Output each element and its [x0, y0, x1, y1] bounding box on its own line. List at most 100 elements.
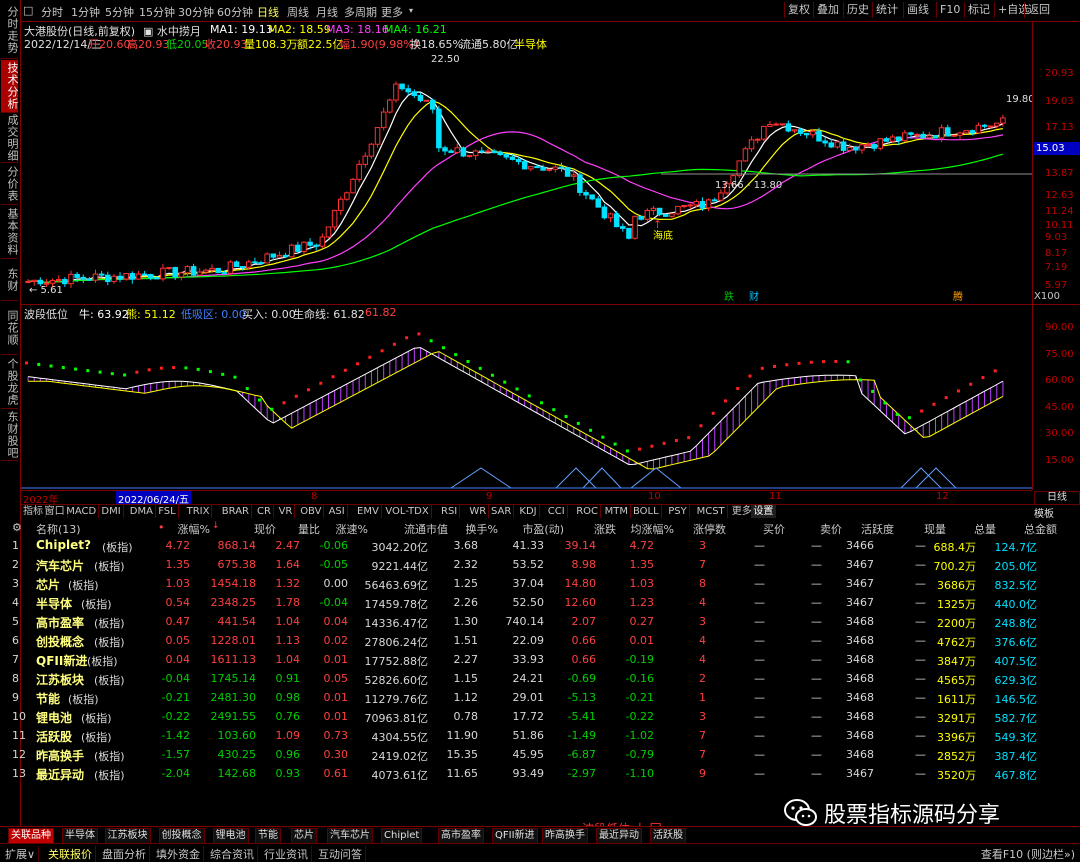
- period-8[interactable]: 月线: [316, 4, 338, 20]
- status-item-3[interactable]: 填外资金: [153, 846, 204, 862]
- indicator-tab-5[interactable]: FSL: [156, 505, 179, 518]
- left-tab-2[interactable]: 成交明细: [1, 114, 19, 163]
- related-tab-0[interactable]: 关联品种: [8, 828, 54, 844]
- left-tab-3[interactable]: 分价表: [1, 164, 19, 205]
- status-item-1[interactable]: 关联报价: [45, 846, 96, 862]
- period-9[interactable]: 多周期: [344, 4, 377, 20]
- toolbar-btn-1[interactable]: 叠加: [813, 2, 842, 18]
- left-tab-6[interactable]: 同花顺: [1, 302, 19, 355]
- table-row[interactable]: 2 汽车芯片 (板指) 1.35 675.38 1.64 -0.05 9221.44亿 2.32…: [0, 556, 1060, 575]
- sort-down-icon[interactable]: ↓: [212, 521, 220, 531]
- indicator-tab-17[interactable]: KDJ: [517, 505, 540, 518]
- indicator-tab-15[interactable]: WR: [467, 505, 490, 518]
- status-item-4[interactable]: 综合资讯: [207, 846, 258, 862]
- toolbar-btn-8[interactable]: 返回: [1024, 2, 1053, 18]
- indicator-tab-21[interactable]: BOLL: [631, 505, 662, 518]
- col-header-16[interactable]: 总金额: [1024, 521, 1057, 537]
- col-header-6[interactable]: 换手%: [466, 521, 498, 537]
- table-row[interactable]: 5 高市盈率 (板指) 0.47 441.54 1.04 0.04 14336.47亿 1.30…: [0, 613, 1060, 632]
- toolbar-btn-4[interactable]: 画线: [903, 2, 932, 18]
- table-row[interactable]: 8 江苏板块 (板指) -0.04 1745.14 0.91 0.05 52826.60亿 1.…: [0, 670, 1060, 689]
- sector-name[interactable]: 半导体: [36, 595, 72, 612]
- sector-name[interactable]: QFII新进: [36, 652, 87, 669]
- settings-icon[interactable]: ⚙: [12, 521, 22, 534]
- table-row[interactable]: 3 芯片 (板指) 1.03 1454.18 1.32 0.00 56463.69亿 1.25 3…: [0, 575, 1060, 594]
- period-3[interactable]: 15分钟: [139, 4, 175, 20]
- sector-name[interactable]: 创投概念: [36, 633, 84, 650]
- sector-name[interactable]: 最近异动: [36, 766, 84, 783]
- indicator-tab-18[interactable]: CCI: [546, 505, 568, 518]
- sector-name[interactable]: 锂电池: [36, 709, 72, 726]
- status-item-2[interactable]: 盘面分析: [99, 846, 150, 862]
- col-header-7[interactable]: 市盈(动): [522, 521, 564, 537]
- related-tab-2[interactable]: 江苏板块: [104, 828, 151, 844]
- related-tab-7[interactable]: 汽车芯片: [327, 828, 373, 844]
- sector-name[interactable]: 芯片: [36, 576, 60, 593]
- col-header-1[interactable]: 涨幅%: [178, 521, 210, 537]
- table-row[interactable]: 10 锂电池 (板指) -0.22 2491.55 0.76 0.01 70963.81亿 0.…: [0, 708, 1060, 727]
- col-header-3[interactable]: 量比: [298, 521, 320, 537]
- template-button[interactable]: 模板: [1034, 505, 1054, 520]
- indicator-tab-25[interactable]: 设置: [751, 505, 777, 518]
- candlestick-chart[interactable]: 22.50← 5.6119.8013.66 - 13.80海底↑跌财腾: [21, 22, 1032, 304]
- period-1[interactable]: 1分钟: [71, 4, 100, 20]
- toolbar-btn-5[interactable]: F10: [936, 2, 963, 18]
- day-line-button[interactable]: 日线: [1034, 491, 1080, 505]
- related-tab-10[interactable]: QFII新进: [492, 828, 538, 844]
- period-10[interactable]: 更多: [381, 4, 403, 20]
- related-tab-4[interactable]: 锂电池: [212, 828, 249, 844]
- left-tab-0[interactable]: 分时走势: [1, 2, 19, 59]
- square-icon[interactable]: □: [23, 4, 33, 17]
- table-row[interactable]: 7 QFII新进 (板指) 0.04 1611.13 1.04 0.01 17752.88亿 2…: [0, 651, 1060, 670]
- indicator-tab-14[interactable]: RSI: [439, 505, 461, 518]
- status-item-0[interactable]: 扩展∨: [2, 846, 40, 862]
- toolbar-btn-0[interactable]: 复权: [784, 2, 813, 18]
- sector-name[interactable]: 高市盈率: [36, 614, 84, 631]
- toolbar-btn-3[interactable]: 统计: [872, 2, 901, 18]
- related-tab-12[interactable]: 最近异动: [596, 828, 642, 844]
- col-header-9[interactable]: 均涨幅%: [631, 521, 674, 537]
- col-header-15[interactable]: 总量: [974, 521, 996, 537]
- indicator-tab-8[interactable]: CR: [255, 505, 274, 518]
- indicator-tab-6[interactable]: TRIX: [185, 505, 213, 518]
- sector-name[interactable]: 节能: [36, 690, 60, 707]
- sector-name[interactable]: 汽车芯片: [36, 557, 84, 574]
- indicator-tab-16[interactable]: SAR: [489, 505, 515, 518]
- col-header-12[interactable]: 卖价: [820, 521, 842, 537]
- related-tab-11[interactable]: 昨高换手: [542, 828, 588, 844]
- left-tab-4[interactable]: 基本资料: [1, 206, 19, 259]
- indicator-tab-13[interactable]: VOL-TDX: [383, 505, 432, 518]
- period-7[interactable]: 周线: [287, 4, 309, 20]
- col-header-0[interactable]: 名称(13): [36, 521, 81, 537]
- sector-name[interactable]: Chiplet?: [36, 538, 91, 552]
- table-row[interactable]: 1 Chiplet? (板指) 4.72 868.14 2.47 -0.06 3042.20亿…: [0, 537, 1060, 556]
- indicator-tab-22[interactable]: PSY: [666, 505, 690, 518]
- indicator-tab-10[interactable]: OBV: [298, 505, 325, 518]
- indicator-tab-7[interactable]: BRAR: [220, 505, 252, 518]
- col-header-13[interactable]: 活跃度: [861, 521, 894, 537]
- col-header-4[interactable]: 涨速%: [336, 521, 368, 537]
- col-header-5[interactable]: 流通市值: [404, 521, 448, 537]
- indicator-tab-9[interactable]: VR: [277, 505, 296, 518]
- period-6[interactable]: 日线: [257, 4, 279, 20]
- sector-name[interactable]: 活跃股: [36, 728, 72, 745]
- col-header-14[interactable]: 现量: [924, 521, 946, 537]
- indicator-tab-2[interactable]: MACD: [64, 505, 100, 518]
- left-tab-1[interactable]: 技术分析: [1, 60, 19, 113]
- col-header-11[interactable]: 买价: [763, 521, 785, 537]
- col-header-10[interactable]: 涨停数: [693, 521, 726, 537]
- period-0[interactable]: 分时: [41, 4, 63, 20]
- table-row[interactable]: 11 活跃股 (板指) -1.42 103.60 1.09 0.73 4304.55亿 11.9…: [0, 727, 1060, 746]
- period-4[interactable]: 30分钟: [178, 4, 214, 20]
- sector-name[interactable]: 昨高换手: [36, 747, 84, 764]
- period-2[interactable]: 5分钟: [105, 4, 134, 20]
- indicator-tab-4[interactable]: DMA: [128, 505, 156, 518]
- left-tab-5[interactable]: 东财: [1, 260, 19, 301]
- indicator-tab-20[interactable]: MTM: [603, 505, 631, 518]
- indicator-tab-11[interactable]: ASI: [327, 505, 348, 518]
- sector-name[interactable]: 江苏板块: [36, 671, 84, 688]
- table-row[interactable]: 4 半导体 (板指) 0.54 2348.25 1.78 -0.04 17459.78亿 2.2…: [0, 594, 1060, 613]
- indicator-chart[interactable]: [21, 318, 1032, 490]
- related-tab-6[interactable]: 芯片: [291, 828, 317, 844]
- col-header-8[interactable]: 涨跌: [594, 521, 616, 537]
